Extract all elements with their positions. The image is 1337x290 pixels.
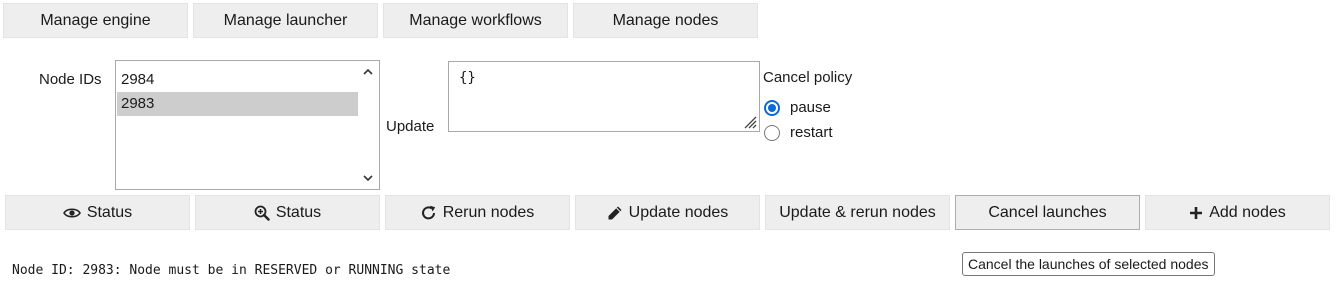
tab-manage-launcher-label: Manage launcher (223, 11, 348, 29)
radio-option-pause[interactable]: pause (764, 99, 831, 116)
update-rerun-nodes-button-label: Update & rerun nodes (779, 203, 936, 221)
output-message: Node ID: 2983: Node must be in RESERVED … (12, 263, 451, 278)
rerun-nodes-button[interactable]: Rerun nodes (385, 195, 570, 230)
update-label: Update (386, 118, 435, 135)
redo-icon (421, 205, 437, 221)
update-rerun-nodes-button[interactable]: Update & rerun nodes (765, 195, 950, 230)
radio-pause-label: pause (790, 99, 831, 116)
resize-handle-icon[interactable] (741, 113, 757, 129)
tab-manage-workflows[interactable]: Manage workflows (383, 3, 568, 38)
node-ids-listbox[interactable]: 2984 2983 (115, 60, 380, 190)
tab-manage-launcher[interactable]: Manage launcher (193, 3, 378, 38)
radio-option-restart[interactable]: restart (764, 124, 833, 141)
list-item[interactable]: 2984 (117, 68, 358, 92)
add-nodes-button-label: Add nodes (1209, 203, 1286, 221)
scroll-down-icon[interactable] (359, 169, 377, 187)
update-nodes-button-label: Update nodes (628, 203, 729, 221)
update-nodes-button[interactable]: Update nodes (575, 195, 760, 230)
cancel-launches-button-label: Cancel launches (988, 203, 1107, 221)
radio-pause[interactable] (764, 99, 780, 116)
status-detail-button[interactable]: Status (195, 195, 380, 230)
eye-icon (62, 206, 81, 220)
status-detail-button-label: Status (275, 203, 322, 221)
scroll-up-icon[interactable] (359, 63, 377, 81)
tab-manage-workflows-label: Manage workflows (409, 11, 542, 29)
update-textarea[interactable]: {} (448, 61, 760, 132)
update-textarea-value: {} (459, 70, 476, 86)
add-nodes-button[interactable]: Add nodes (1145, 195, 1330, 230)
node-ids-label: Node IDs (39, 71, 102, 88)
zoom-in-icon (254, 205, 270, 221)
pencil-icon (607, 205, 623, 221)
cancel-launches-button[interactable]: Cancel launches (955, 195, 1140, 230)
list-item[interactable]: 2983 (117, 92, 358, 116)
plus-icon (1189, 206, 1203, 220)
radio-restart[interactable] (764, 124, 780, 141)
tab-manage-engine[interactable]: Manage engine (3, 3, 188, 38)
status-button-label: Status (86, 203, 133, 221)
rerun-nodes-button-label: Rerun nodes (442, 203, 535, 221)
tab-manage-nodes-label: Manage nodes (612, 11, 719, 29)
tab-manage-nodes[interactable]: Manage nodes (573, 3, 758, 38)
radio-restart-label: restart (790, 124, 833, 141)
cancel-policy-label: Cancel policy (763, 69, 853, 86)
tooltip: Cancel the launches of selected nodes (962, 252, 1215, 276)
tab-manage-engine-label: Manage engine (40, 11, 151, 29)
status-button[interactable]: Status (5, 195, 190, 230)
